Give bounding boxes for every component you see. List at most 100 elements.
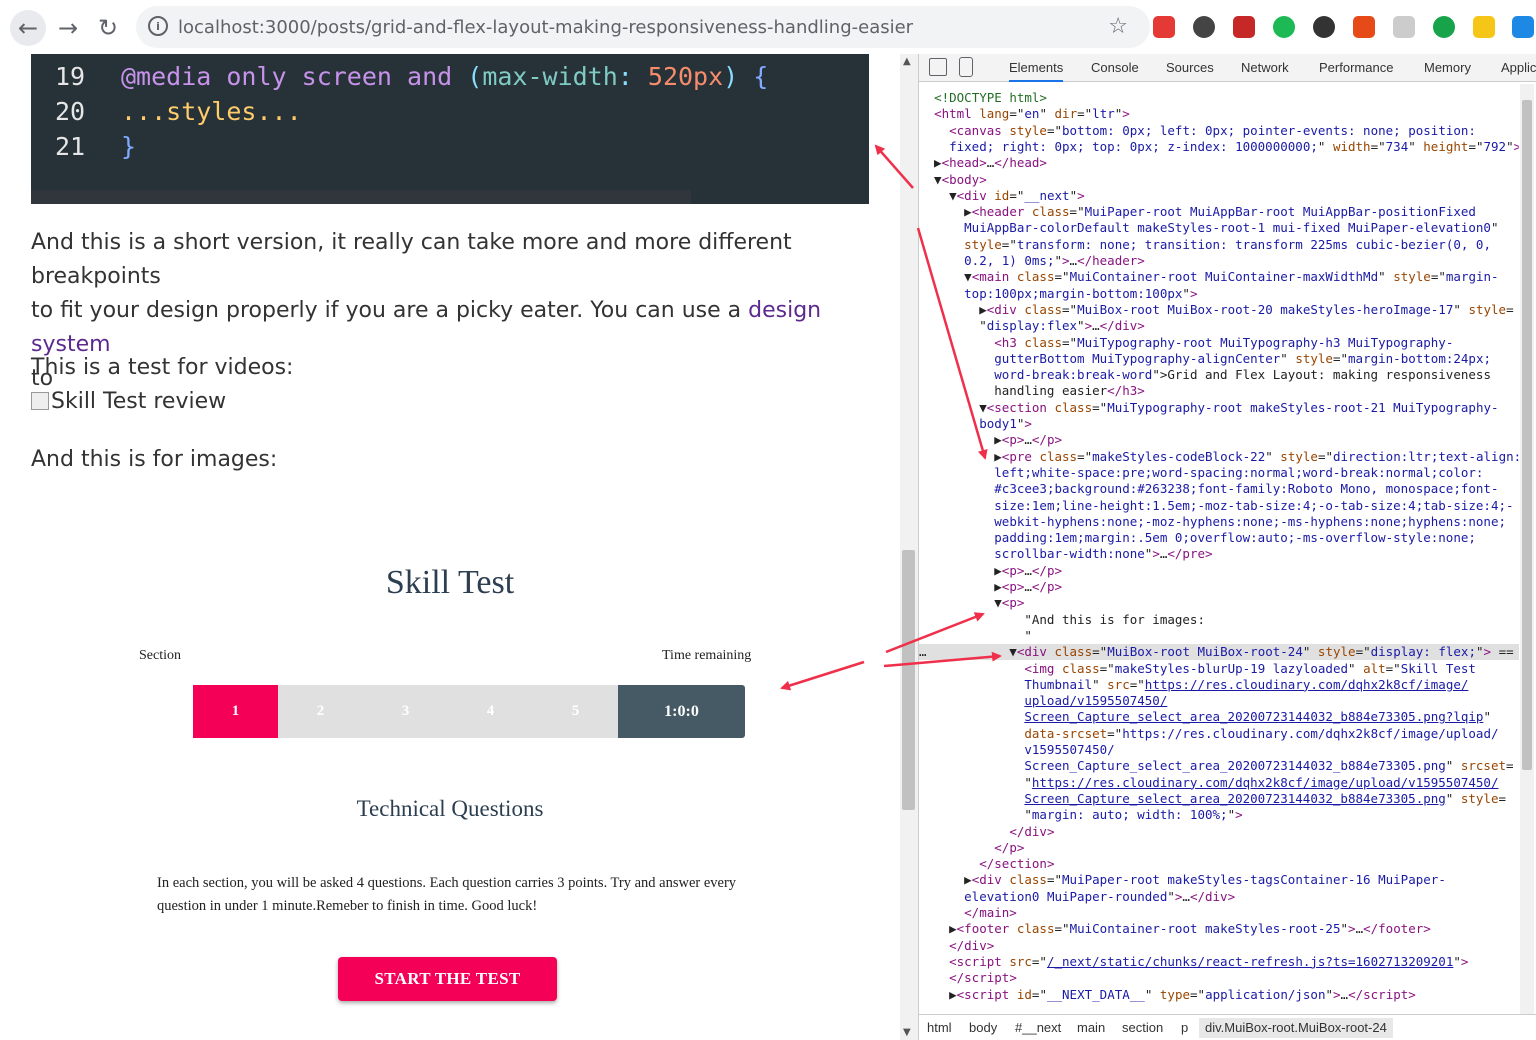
breadcrumb-item[interactable]: body	[969, 1020, 997, 1035]
extension-icon[interactable]	[1273, 16, 1295, 38]
dom-node[interactable]: ▶<div class="MuiBox-root MuiBox-root-20 …	[919, 302, 1519, 318]
extension-icon[interactable]	[1193, 16, 1215, 38]
dom-node[interactable]: webkit-hyphens:none;-moz-hyphens:none;-m…	[919, 514, 1519, 530]
extension-icon[interactable]	[1153, 16, 1175, 38]
dom-node[interactable]: </div>	[919, 938, 1519, 954]
breadcrumb-item[interactable]: html	[927, 1020, 952, 1035]
extension-icon[interactable]	[1233, 16, 1255, 38]
extension-icon[interactable]	[1313, 16, 1335, 38]
dom-node[interactable]: "https://res.cloudinary.com/dqhx2k8cf/im…	[919, 775, 1519, 791]
dom-node[interactable]: ▼<main class="MuiContainer-root MuiConta…	[919, 269, 1519, 285]
reload-button[interactable]: ↻	[90, 10, 126, 46]
device-toolbar-icon[interactable]	[959, 57, 973, 77]
dom-node[interactable]: ▼<div id="__next">	[919, 188, 1519, 204]
inspect-element-icon[interactable]	[929, 58, 947, 76]
dom-node[interactable]: body1">	[919, 416, 1519, 432]
dom-node[interactable]: v1595507450/	[919, 742, 1519, 758]
dom-node[interactable]: ▶<script id="__NEXT_DATA__" type="applic…	[919, 987, 1519, 1003]
dom-node[interactable]: <img class="makeStyles-blurUp-19 lazyloa…	[919, 661, 1519, 677]
dom-node[interactable]: </section>	[919, 856, 1519, 872]
broken-image-icon	[31, 392, 49, 410]
dom-node[interactable]: size:1em;line-height:1.5em;-moz-tab-size…	[919, 498, 1519, 514]
dom-node[interactable]: padding:1em;margin:.5em 0;overflow:auto;…	[919, 530, 1519, 546]
dom-node[interactable]: elevation0 MuiPaper-rounded">…</div>	[919, 889, 1519, 905]
dom-node[interactable]: 0.2, 1) 0ms;">…</header>	[919, 253, 1519, 269]
dom-node[interactable]: "And this is for images:	[919, 612, 1519, 628]
dom-node[interactable]: <canvas style="bottom: 0px; left: 0px; p…	[919, 123, 1519, 139]
dom-node[interactable]: MuiAppBar-colorDefault makeStyles-root-1…	[919, 220, 1519, 236]
extension-icon[interactable]	[1393, 16, 1415, 38]
dom-node[interactable]: upload/v1595507450/	[919, 693, 1519, 709]
broken-image-alt: Skill Test review	[51, 389, 227, 414]
devtools-tab-memory[interactable]: Memory	[1424, 54, 1471, 82]
dom-node[interactable]: ▶<div class="MuiPaper-root makeStyles-ta…	[919, 872, 1519, 888]
dom-node[interactable]: <h3 class="MuiTypography-root MuiTypogra…	[919, 335, 1519, 351]
breadcrumb-item[interactable]: section	[1122, 1020, 1163, 1035]
page-scrollbar[interactable]: ▲ ▼	[900, 54, 918, 1040]
dom-node[interactable]: <script src="/_next/static/chunks/react-…	[919, 954, 1519, 970]
dom-node[interactable]: left;white-space:pre;word-spacing:normal…	[919, 465, 1519, 481]
back-button[interactable]: ←	[10, 10, 46, 46]
dom-node-selected[interactable]: … ▼<div class="MuiBox-root MuiBox-root-2…	[919, 644, 1519, 661]
devtools-tab-network[interactable]: Network	[1241, 54, 1289, 82]
dom-node[interactable]: "margin: auto; width: 100%;">	[919, 807, 1519, 823]
dom-node[interactable]: "	[919, 628, 1519, 644]
address-bar[interactable]: i localhost:3000/posts/grid-and-flex-lay…	[136, 6, 1150, 48]
dom-node[interactable]: </div>	[919, 824, 1519, 840]
dom-node[interactable]: Screen_Capture_select_area_2020072314403…	[919, 791, 1519, 807]
devtools-tab-applic[interactable]: Applic	[1501, 54, 1536, 82]
dom-node[interactable]: </main>	[919, 905, 1519, 921]
devtools-tab-elements[interactable]: Elements	[1009, 54, 1064, 82]
dom-node[interactable]: </script>	[919, 970, 1519, 986]
dom-node[interactable]: top:100px;margin-bottom:100px">	[919, 286, 1519, 302]
devtools-tab-performance[interactable]: Performance	[1319, 54, 1393, 82]
code-scrollbar[interactable]	[31, 190, 691, 204]
dom-node[interactable]: ▶<p>…</p>	[919, 563, 1519, 579]
breadcrumb-item[interactable]: p	[1181, 1020, 1188, 1035]
dom-node[interactable]: fixed; right: 0px; top: 0px; z-index: 10…	[919, 139, 1519, 155]
dom-node[interactable]: ▼<section class="MuiTypography-root make…	[919, 400, 1519, 416]
scrollbar-thumb[interactable]	[1522, 100, 1532, 770]
dom-node[interactable]: gutterBottom MuiTypography-alignCenter" …	[919, 351, 1519, 367]
dom-node[interactable]: scrollbar-width:none">…</pre>	[919, 546, 1519, 562]
bookmark-star-icon[interactable]: ☆	[1108, 14, 1128, 39]
dom-node[interactable]: ▶<p>…</p>	[919, 579, 1519, 595]
info-icon[interactable]: i	[148, 16, 168, 36]
dom-node[interactable]: data-srcset="https://res.cloudinary.com/…	[919, 726, 1519, 742]
devtools-tab-console[interactable]: Console	[1091, 54, 1139, 82]
extension-icon[interactable]	[1353, 16, 1375, 38]
breadcrumb-item[interactable]: main	[1077, 1020, 1105, 1035]
scroll-down-icon[interactable]: ▼	[903, 1027, 911, 1038]
scrollbar-thumb[interactable]	[902, 550, 915, 810]
extension-icon[interactable]	[1473, 16, 1495, 38]
breadcrumb-item[interactable]: #__next	[1015, 1020, 1061, 1035]
dom-node[interactable]: ▼<body>	[919, 172, 1519, 188]
dom-node[interactable]: handling easier</h3>	[919, 383, 1519, 399]
dom-node[interactable]: Screen_Capture_select_area_2020072314403…	[919, 709, 1519, 725]
dom-node[interactable]: ▼<p>	[919, 595, 1519, 611]
forward-button[interactable]: →	[50, 10, 86, 46]
broken-image: Skill Test review	[31, 385, 891, 419]
dom-node[interactable]: ▶<head>…</head>	[919, 155, 1519, 171]
dom-node[interactable]: "display:flex">…</div>	[919, 318, 1519, 334]
devtools-scrollbar[interactable]	[1520, 84, 1534, 1014]
dom-node[interactable]: ▶<footer class="MuiContainer-root makeSt…	[919, 921, 1519, 937]
dom-node[interactable]: #c3cee3;background:#263238;font-family:R…	[919, 481, 1519, 497]
extension-icon[interactable]	[1433, 16, 1455, 38]
dom-node[interactable]: ▶<pre class="makeStyles-codeBlock-22" st…	[919, 449, 1519, 465]
dom-node[interactable]: ▶<p>…</p>	[919, 432, 1519, 448]
dom-node[interactable]: Screen_Capture_select_area_2020072314403…	[919, 758, 1519, 774]
dom-node[interactable]: </p>	[919, 840, 1519, 856]
dom-node[interactable]: ▶<header class="MuiPaper-root MuiAppBar-…	[919, 204, 1519, 220]
dom-node[interactable]: style="transform: none; transition: tran…	[919, 237, 1519, 253]
dom-node[interactable]: word-break:break-word">Grid and Flex Lay…	[919, 367, 1519, 383]
scroll-up-icon[interactable]: ▲	[903, 56, 911, 67]
dom-node[interactable]: <html lang="en" dir="ltr">	[919, 106, 1519, 122]
dom-node[interactable]: <!DOCTYPE html>	[919, 90, 1519, 106]
breadcrumb-item[interactable]: div.MuiBox-root.MuiBox-root-24	[1199, 1018, 1393, 1038]
start-test-button[interactable]: START THE TEST	[338, 957, 557, 1001]
devtools-tab-sources[interactable]: Sources	[1166, 54, 1214, 82]
dom-node[interactable]: Thumbnail" src="https://res.cloudinary.c…	[919, 677, 1519, 693]
extension-icon[interactable]	[1512, 16, 1534, 38]
url-text[interactable]: localhost:3000/posts/grid-and-flex-layou…	[178, 17, 913, 38]
